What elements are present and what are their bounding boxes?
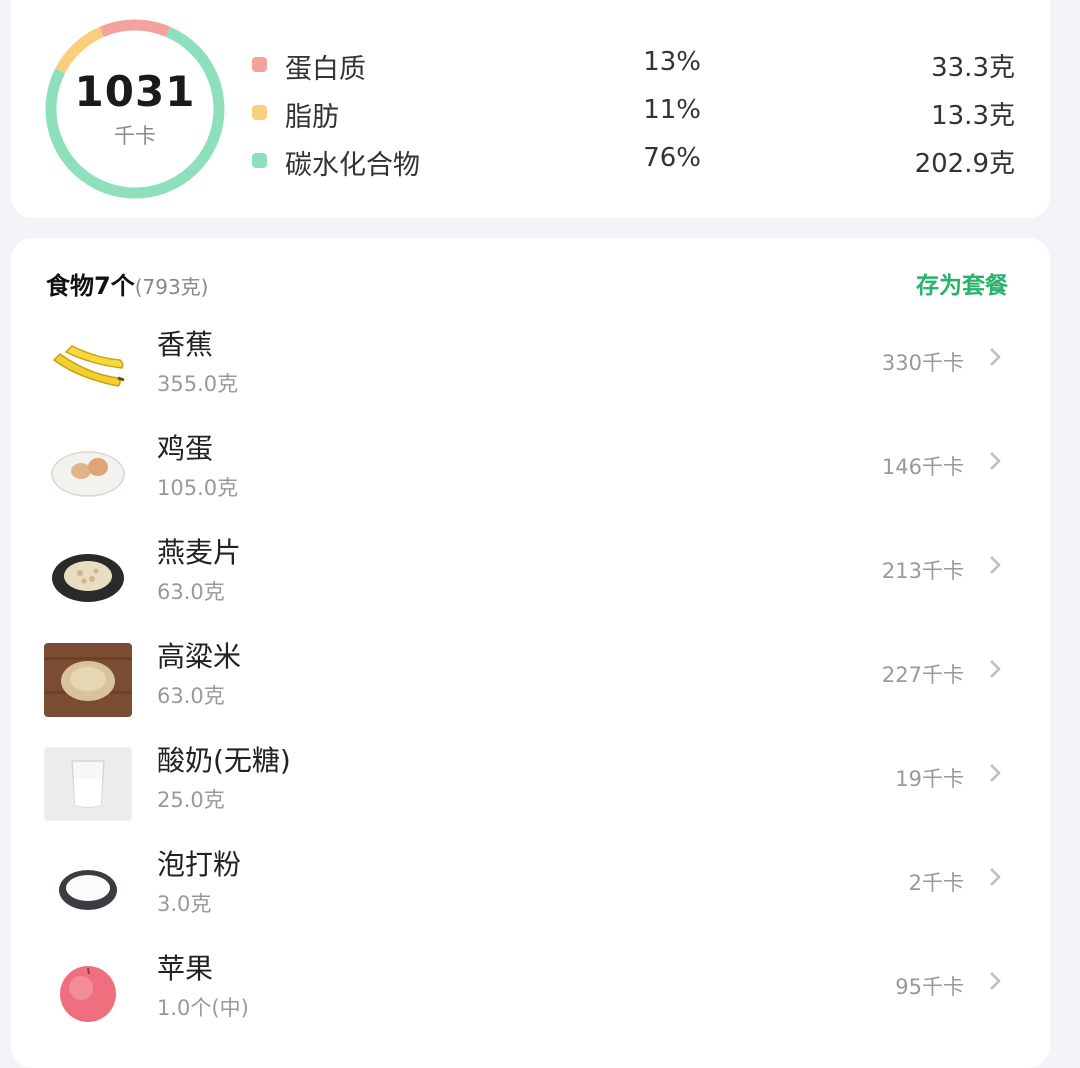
food-row-yogurt[interactable]: 酸奶(无糖) 25.0克 19千卡 [11, 744, 1050, 851]
protein-legend-dot [252, 57, 267, 72]
food-amount: 63.0克 [157, 684, 225, 708]
macro-amount: 202.9克 [914, 149, 1015, 179]
chevron-right-icon [990, 660, 1001, 678]
chevron-right-icon [990, 452, 1001, 470]
food-row-oatmeal[interactable]: 燕麦片 63.0克 213千卡 [11, 536, 1050, 643]
nutrition-summary-card: 1031 千卡 蛋白质 13% 33.3克 脂肪 11% 13.3克 碳水化合物… [11, 0, 1050, 218]
food-amount: 25.0克 [157, 788, 225, 812]
macro-row-protein: 蛋白质 13% 33.3克 [11, 43, 1050, 87]
chevron-right-icon [990, 868, 1001, 886]
macro-percent: 76% [643, 143, 701, 173]
food-name: 酸奶(无糖) [157, 744, 291, 777]
food-name: 泡打粉 [157, 848, 242, 881]
chevron-right-icon [990, 972, 1001, 990]
chevron-right-icon [990, 556, 1001, 574]
food-name: 苹果 [157, 952, 214, 985]
food-row-egg[interactable]: 鸡蛋 105.0克 146千卡 [11, 432, 1050, 539]
oatmeal-icon [44, 539, 132, 613]
food-name: 高粱米 [157, 640, 242, 673]
macro-name: 脂肪 [285, 102, 339, 133]
food-calories: 330千卡 [881, 351, 964, 375]
macro-name: 碳水化合物 [285, 150, 420, 181]
food-calories: 146千卡 [881, 455, 964, 479]
total-weight: (793克) [134, 275, 209, 299]
food-amount: 105.0克 [157, 476, 239, 500]
carbs-legend-dot [252, 153, 267, 168]
macro-percent: 11% [643, 95, 701, 125]
food-row-banana[interactable]: 香蕉 355.0克 330千卡 [11, 328, 1050, 435]
food-row-sorghum[interactable]: 高粱米 63.0克 227千卡 [11, 640, 1050, 747]
macro-amount: 13.3克 [931, 101, 1015, 131]
macro-row-fat: 脂肪 11% 13.3克 [11, 91, 1050, 135]
egg-icon [44, 435, 132, 509]
food-name: 鸡蛋 [157, 432, 214, 465]
sorghum-icon [44, 643, 132, 717]
food-list-card: 食物7个(793克) 存为套餐 香蕉 355.0克 330千卡 鸡蛋 105.0… [11, 238, 1050, 1068]
macro-percent: 13% [643, 47, 701, 77]
baking-powder-icon [44, 851, 132, 925]
banana-icon [44, 331, 132, 405]
food-list-header: 食物7个(793克) [46, 266, 208, 302]
macro-amount: 33.3克 [931, 53, 1015, 83]
ring-segment-protein [99, 19, 171, 38]
food-amount: 3.0克 [157, 892, 212, 916]
macro-name: 蛋白质 [285, 54, 366, 85]
food-amount: 355.0克 [157, 372, 239, 396]
save-as-meal-button[interactable]: 存为套餐 [916, 266, 1008, 300]
food-name: 燕麦片 [157, 536, 242, 569]
apple-icon [44, 955, 132, 1029]
food-row-apple[interactable]: 苹果 1.0个(中) 95千卡 [11, 952, 1050, 1059]
food-calories: 213千卡 [881, 559, 964, 583]
food-calories: 2千卡 [908, 871, 964, 895]
fat-legend-dot [252, 105, 267, 120]
food-amount: 1.0个(中) [157, 996, 249, 1020]
food-amount: 63.0克 [157, 580, 225, 604]
food-count-title: 食物7个 [46, 272, 135, 300]
food-calories: 227千卡 [881, 663, 964, 687]
food-calories: 95千卡 [895, 975, 964, 999]
food-row-baking-powder[interactable]: 泡打粉 3.0克 2千卡 [11, 848, 1050, 955]
yogurt-icon [44, 747, 132, 821]
chevron-right-icon [990, 764, 1001, 782]
food-name: 香蕉 [157, 328, 214, 361]
chevron-right-icon [990, 348, 1001, 366]
food-calories: 19千卡 [895, 767, 964, 791]
macro-row-carbs: 碳水化合物 76% 202.9克 [11, 139, 1050, 183]
